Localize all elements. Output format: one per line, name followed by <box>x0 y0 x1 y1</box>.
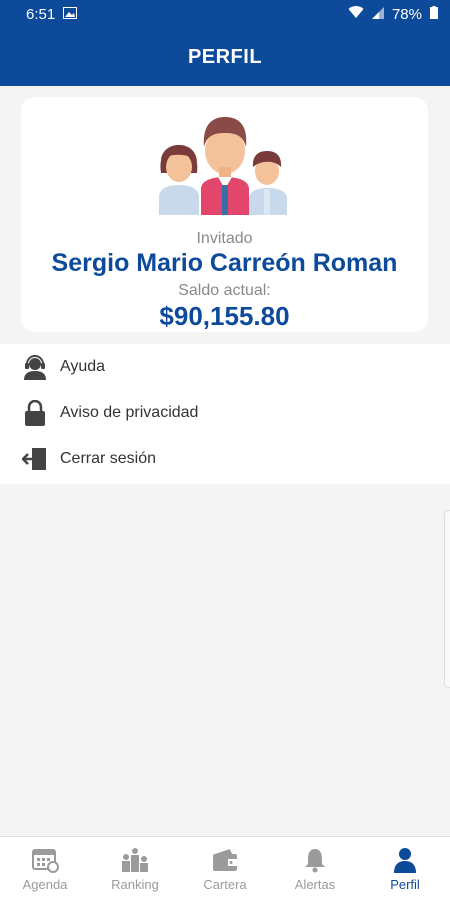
logout-icon <box>22 445 48 473</box>
nav-item-alertas[interactable]: Alertas <box>270 837 360 900</box>
profile-card: Invitado Sergio Mario Carreón Roman Sald… <box>21 97 428 332</box>
menu-item-ayuda[interactable]: Ayuda <box>0 344 450 390</box>
nav-label: Alertas <box>294 877 336 892</box>
battery-text: 78% <box>391 5 422 23</box>
nav-item-ranking[interactable]: Ranking <box>90 837 180 900</box>
nav-label: Perfil <box>390 877 420 892</box>
status-time: 6:51 <box>26 5 56 23</box>
group-avatar-icon <box>21 111 428 215</box>
profile-area: Invitado Sergio Mario Carreón Roman Sald… <box>0 86 450 344</box>
user-name: Sergio Mario Carreón Roman <box>51 249 398 277</box>
image-notification-icon <box>63 6 78 23</box>
calendar-icon <box>30 847 60 873</box>
menu-item-label: Aviso de privacidad <box>60 404 199 421</box>
balance-value: $90,155.80 <box>159 301 290 331</box>
user-role: Invitado <box>196 230 253 247</box>
ranking-icon <box>120 847 150 873</box>
page-title: PERFIL <box>0 28 450 86</box>
menu-item-label: Ayuda <box>60 358 106 375</box>
bell-icon <box>300 847 330 873</box>
menu-item-aviso-privacidad[interactable]: Aviso de privacidad <box>0 390 450 436</box>
nav-label: Agenda <box>22 877 68 892</box>
nav-item-agenda[interactable]: Agenda <box>0 837 90 900</box>
wallet-icon <box>210 847 240 873</box>
battery-icon <box>430 5 438 23</box>
profile-menu: Ayuda Aviso de privacidad Cerrar sesión <box>0 344 450 484</box>
user-icon <box>390 847 420 873</box>
status-bar: 6:51 78% <box>0 0 450 28</box>
scroll-handle[interactable] <box>444 510 450 688</box>
menu-item-label: Cerrar sesión <box>60 450 157 467</box>
nav-item-cartera[interactable]: Cartera <box>180 837 270 900</box>
wifi-icon <box>348 5 364 23</box>
balance-label: Saldo actual: <box>178 282 271 299</box>
nav-label: Cartera <box>203 877 247 892</box>
nav-label: Ranking <box>111 877 159 892</box>
bottom-nav: Agenda Ranking Cartera Alertas Perfil <box>0 836 450 900</box>
lock-icon <box>22 399 48 427</box>
nav-item-perfil[interactable]: Perfil <box>360 837 450 900</box>
headset-icon <box>22 353 48 381</box>
menu-item-cerrar-sesion[interactable]: Cerrar sesión <box>0 436 450 482</box>
signal-icon <box>371 6 384 23</box>
